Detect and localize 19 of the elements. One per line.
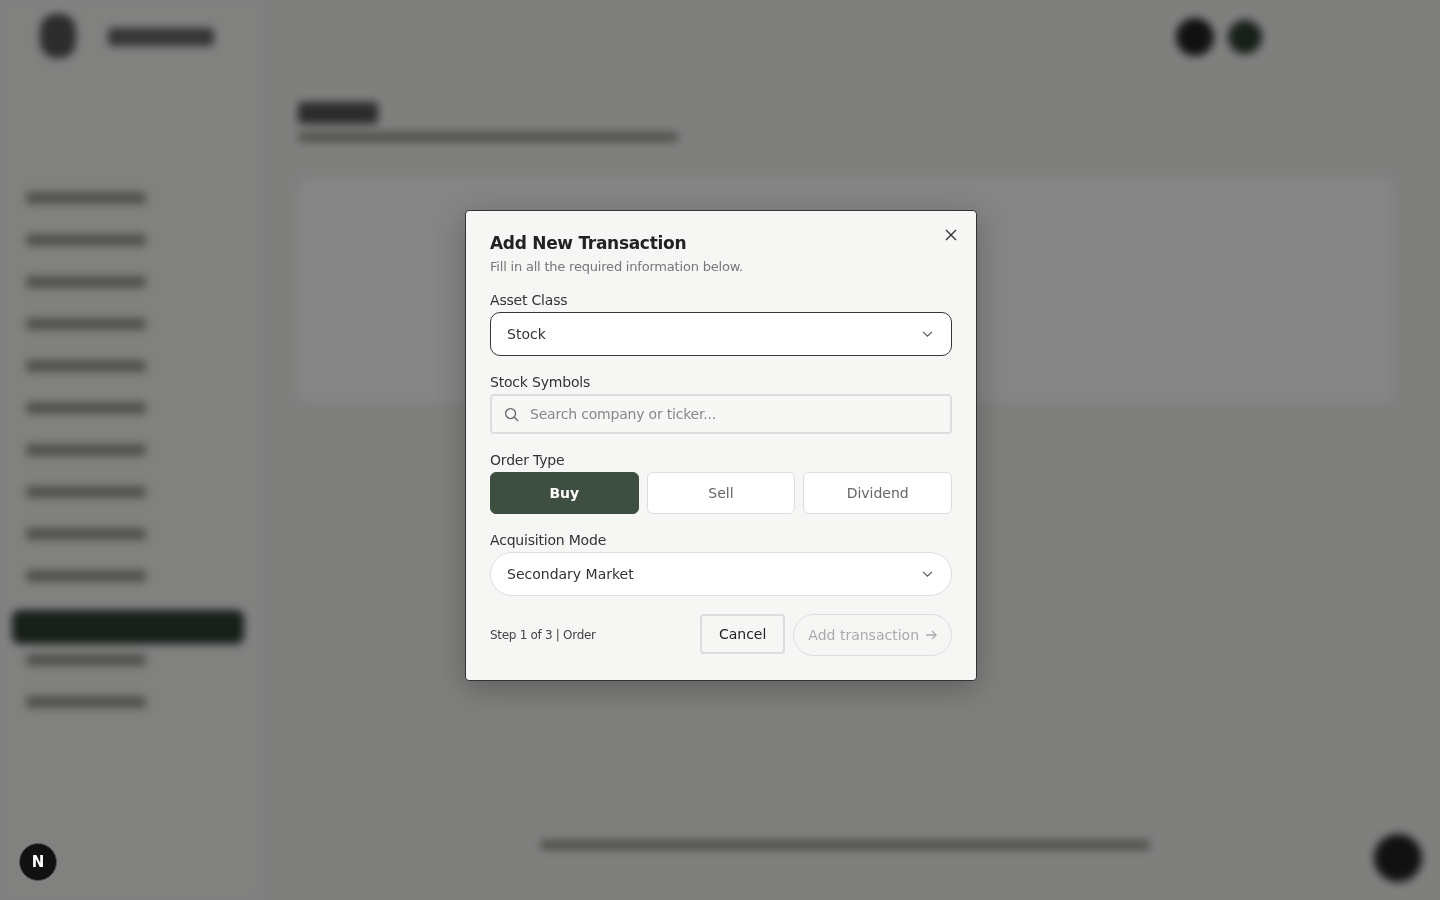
- field-label: Acquisition Mode: [490, 532, 608, 548]
- dialog-title: Add New Transaction: [490, 233, 688, 253]
- order-type-option[interactable]: Dividend: [803, 472, 952, 514]
- step-indicator: Step 1 of 3 | Order: [490, 628, 596, 642]
- chevron-down-icon: [922, 330, 933, 338]
- chevron-down-icon: [922, 570, 933, 578]
- field-label: Stock Symbols: [490, 374, 592, 390]
- field-label: Asset Class: [490, 292, 569, 308]
- arrow-right-icon: [925, 629, 937, 641]
- search-icon: [504, 407, 519, 422]
- cancel-button[interactable]: Cancel: [699, 614, 786, 654]
- order-type-option[interactable]: Sell: [646, 472, 796, 514]
- asset-class-select[interactable]: Stock: [490, 312, 952, 356]
- acquisition-mode-select[interactable]: Secondary Market: [490, 552, 952, 596]
- dialog-subtitle: Fill in all the required information below.: [490, 259, 744, 274]
- field-label: Order Type: [490, 452, 566, 468]
- order-type-option[interactable]: Buy: [490, 472, 639, 514]
- close-icon[interactable]: [945, 229, 957, 241]
- symbol-search-field[interactable]: Search company or ticker...: [490, 394, 952, 434]
